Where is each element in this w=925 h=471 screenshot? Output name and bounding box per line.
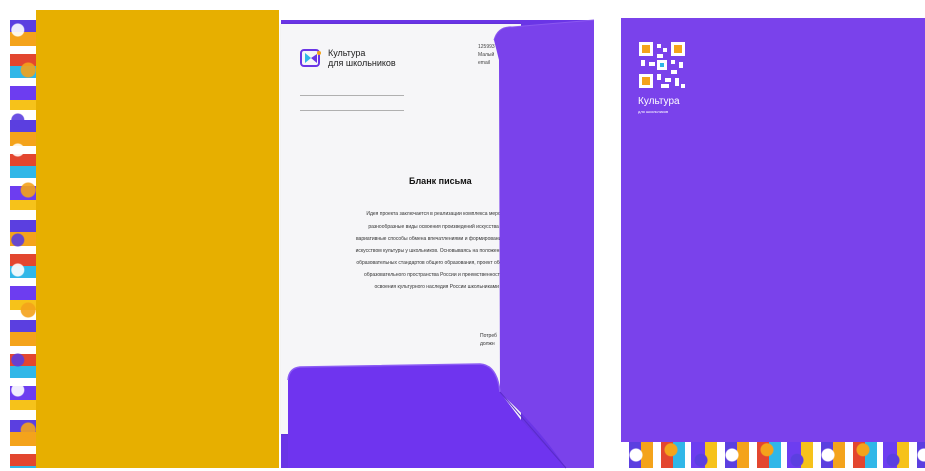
pattern-strip-bottom: [621, 442, 925, 468]
cover-brand-title: Культура: [638, 96, 680, 107]
qr-code-icon: [637, 40, 687, 90]
cover-brand-subtitle: для школьников: [638, 109, 669, 114]
folder-mockup-scene: Культура для школьников 125993 Малый ema…: [0, 0, 925, 471]
